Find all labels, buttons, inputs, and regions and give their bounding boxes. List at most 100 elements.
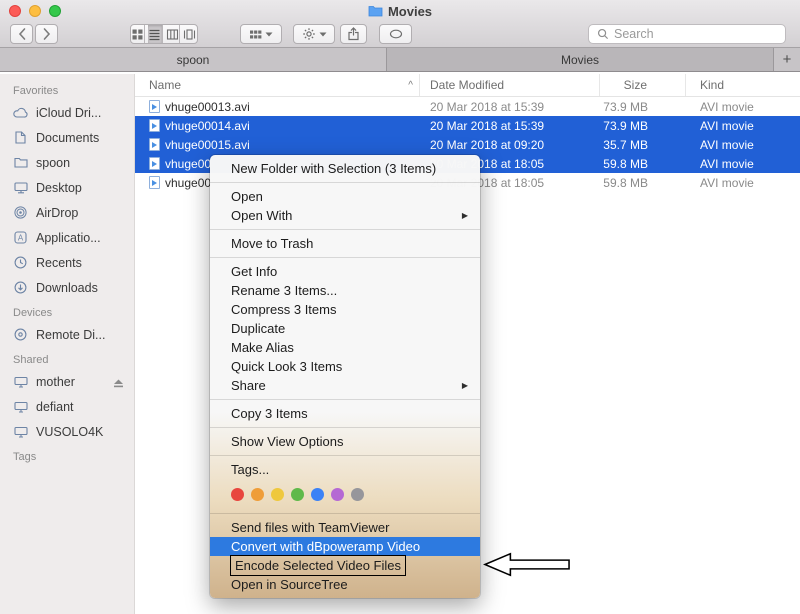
menu-item-open-with[interactable]: Open With ▶ (210, 206, 480, 225)
sidebar-item-documents[interactable]: Documents (0, 125, 134, 150)
sidebar-item-desktop[interactable]: Desktop (0, 175, 134, 200)
file-row[interactable]: vhuge00013.avi 20 Mar 2018 at 15:39 73.9… (135, 97, 800, 116)
file-date: 20 Mar 2018 at 09:20 (420, 138, 600, 152)
menu-item-duplicate[interactable]: Duplicate (210, 319, 480, 338)
sidebar-item-recents[interactable]: Recents (0, 250, 134, 275)
tag-color-purple[interactable] (331, 488, 344, 501)
tab-spoon[interactable]: spoon (0, 48, 387, 71)
tag-color-blue[interactable] (311, 488, 324, 501)
file-kind: AVI movie (686, 138, 800, 152)
arrange-icon (249, 28, 262, 41)
search-field[interactable]: Search (588, 24, 786, 44)
menu-item-share[interactable]: Share▶ (210, 376, 480, 395)
titlebar[interactable]: Movies (0, 0, 800, 22)
tab-movies[interactable]: Movies (387, 48, 774, 71)
sidebar-item-label: AirDrop (36, 206, 78, 220)
menu-item-label: Rename 3 Items... (231, 281, 337, 300)
menu-separator (210, 455, 480, 456)
menu-item-label: Open With (231, 206, 292, 225)
file-kind: AVI movie (686, 100, 800, 114)
menu-item-new-folder-with-selection[interactable]: New Folder with Selection (3 Items) (210, 159, 480, 178)
sidebar-item-mother[interactable]: mother (0, 369, 134, 394)
column-header-label: Kind (700, 78, 724, 92)
movies-folder-icon (368, 5, 383, 17)
sidebar-item-remote-disc[interactable]: Remote Di... (0, 322, 134, 347)
file-size: 35.7 MB (600, 138, 686, 152)
menu-item-label: Share (231, 376, 266, 395)
airdrop-icon (12, 206, 29, 219)
list-view-button[interactable] (148, 25, 162, 43)
column-headers: Name ^ Date Modified Size Kind (135, 74, 800, 97)
sidebar-item-downloads[interactable]: Downloads (0, 275, 134, 300)
menu-item-label: Open in SourceTree (231, 575, 348, 594)
menu-item-copy[interactable]: Copy 3 Items (210, 404, 480, 423)
window-chrome: Movies (0, 0, 800, 48)
tag-color-red[interactable] (231, 488, 244, 501)
remote-disc-icon (12, 328, 29, 341)
menu-item-label: Get Info (231, 262, 277, 281)
tag-color-yellow[interactable] (271, 488, 284, 501)
menu-item-make-alias[interactable]: Make Alias (210, 338, 480, 357)
menu-item-open-in-sourcetree[interactable]: Open in SourceTree (210, 575, 480, 594)
sidebar-item-airdrop[interactable]: AirDrop (0, 200, 134, 225)
column-view-button[interactable] (166, 25, 180, 43)
coverflow-view-button[interactable] (183, 25, 197, 43)
menu-item-move-to-trash[interactable]: Move to Trash (210, 234, 480, 253)
tab-bar: spoon Movies + (0, 48, 800, 72)
file-name: vhuge00 (165, 157, 211, 171)
new-tab-button[interactable]: + (774, 48, 800, 71)
eject-icon[interactable] (113, 377, 124, 391)
menu-item-rename[interactable]: Rename 3 Items... (210, 281, 480, 300)
menu-item-label: Make Alias (231, 338, 294, 357)
file-row[interactable]: vhuge00014.avi 20 Mar 2018 at 15:39 73.9… (135, 116, 800, 135)
menu-item-encode-selected-video-files[interactable]: Encode Selected Video Files (210, 556, 480, 575)
arrange-button[interactable] (240, 24, 282, 44)
menu-item-quick-look[interactable]: Quick Look 3 Items (210, 357, 480, 376)
column-header-date-modified[interactable]: Date Modified (420, 74, 600, 96)
menu-item-convert-dbpoweramp[interactable]: Convert with dBpoweramp Video (210, 537, 480, 556)
menu-item-label: Send files with TeamViewer (231, 518, 390, 537)
sidebar-item-defiant[interactable]: defiant (0, 394, 134, 419)
submenu-arrow-icon: ▶ (462, 206, 468, 225)
menu-item-show-view-options[interactable]: Show View Options (210, 432, 480, 451)
chevron-right-icon (42, 27, 52, 41)
share-button[interactable] (340, 24, 367, 44)
menu-separator (210, 257, 480, 258)
sidebar-item-vusolo4k[interactable]: VUSOLO4K (0, 419, 134, 444)
sidebar-item-spoon[interactable]: spoon (0, 150, 134, 175)
avi-file-icon (149, 176, 160, 189)
menu-item-get-info[interactable]: Get Info (210, 262, 480, 281)
column-header-kind[interactable]: Kind (686, 74, 800, 96)
icloud-drive-icon (12, 107, 29, 118)
action-menu-button[interactable] (293, 24, 335, 44)
tag-color-gray[interactable] (351, 488, 364, 501)
column-header-size[interactable]: Size (600, 74, 686, 96)
menu-item-label: Tags... (231, 460, 269, 479)
chevron-down-icon (265, 32, 273, 37)
menu-item-compress[interactable]: Compress 3 Items (210, 300, 480, 319)
menu-item-tags[interactable]: Tags... (210, 460, 480, 479)
share-icon (347, 27, 360, 41)
tab-label: Movies (561, 53, 599, 67)
tag-button[interactable] (379, 24, 412, 44)
tag-icon (389, 29, 403, 39)
sidebar-item-applications[interactable]: A Applicatio... (0, 225, 134, 250)
back-button[interactable] (10, 24, 33, 44)
menu-item-send-files-teamviewer[interactable]: Send files with TeamViewer (210, 518, 480, 537)
column-header-name[interactable]: Name ^ (135, 74, 420, 96)
tag-color-orange[interactable] (251, 488, 264, 501)
sidebar-item-icloud-drive[interactable]: iCloud Dri... (0, 100, 134, 125)
sidebar-item-label: Remote Di... (36, 328, 105, 342)
applications-icon: A (12, 231, 29, 244)
file-row[interactable]: vhuge00015.avi 20 Mar 2018 at 09:20 35.7… (135, 135, 800, 154)
downloads-icon (12, 281, 29, 294)
sidebar-section-tags: Tags (0, 444, 134, 466)
avi-file-icon (149, 157, 160, 170)
menu-item-label: Move to Trash (231, 234, 313, 253)
menu-item-open[interactable]: Open (210, 187, 480, 206)
forward-button[interactable] (35, 24, 58, 44)
icon-view-button[interactable] (131, 25, 145, 43)
column-header-label: Date Modified (430, 78, 504, 92)
menu-item-label: Open (231, 187, 263, 206)
tag-color-green[interactable] (291, 488, 304, 501)
